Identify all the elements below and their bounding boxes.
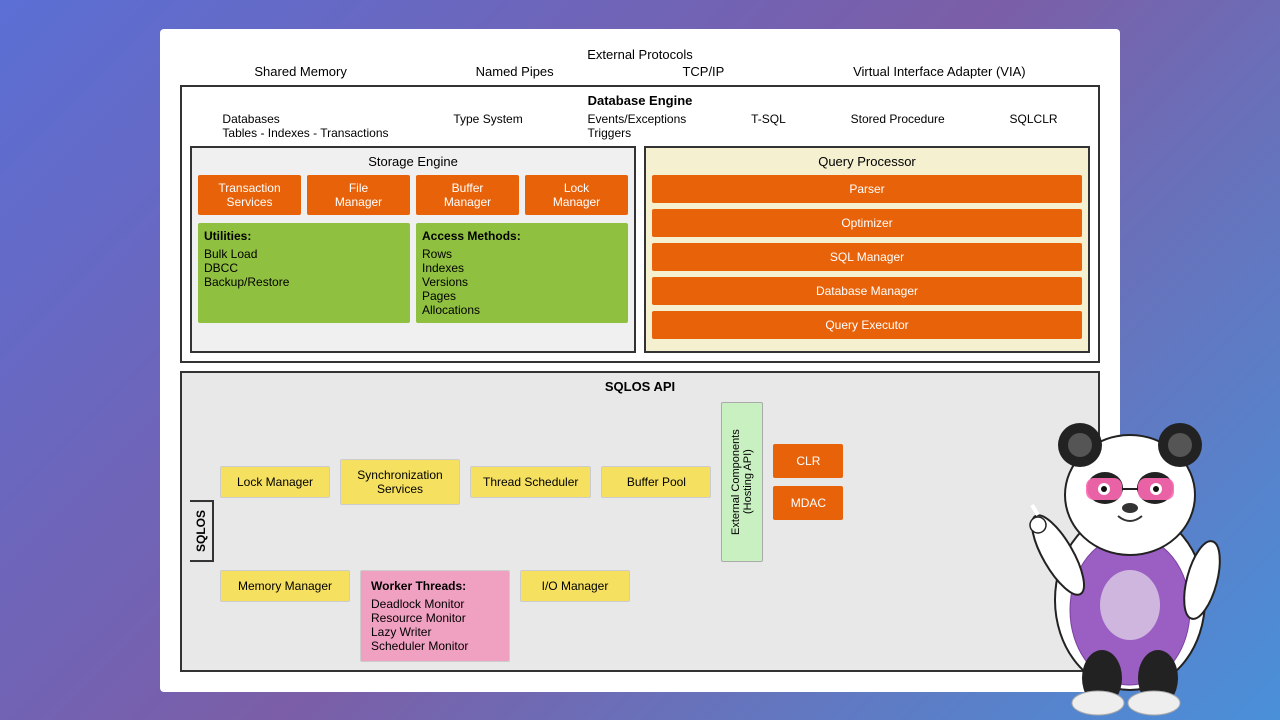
db-subtitle-databases: DatabasesTables - Indexes - Transactions [222, 112, 388, 140]
sync-services-sqlos: SynchronizationServices [340, 459, 460, 505]
query-processor-box: Query Processor Parser Optimizer SQL Man… [644, 146, 1090, 353]
db-subtitle-sqlclr: SQLCLR [1010, 112, 1058, 140]
database-engine-subtitle: DatabasesTables - Indexes - Transactions… [190, 112, 1090, 140]
sqlos-inner: SQLOS Lock Manager SynchronizationServic… [190, 402, 1090, 662]
db-subtitle-storedproc: Stored Procedure [851, 112, 945, 140]
sqlos-row1: Lock Manager SynchronizationServices Thr… [220, 402, 1090, 562]
db-engine-inner: Storage Engine TransactionServices FileM… [190, 146, 1090, 353]
ext-components-box: External Components(Hosting API) [721, 402, 763, 562]
clr-mdac-col: CLR MDAC [773, 444, 843, 520]
backup-restore-label: Backup/Restore [204, 275, 404, 289]
memory-manager-sqlos: Memory Manager [220, 570, 350, 602]
io-manager-sqlos: I/O Manager [520, 570, 630, 602]
storage-lower: Utilities: Bulk Load DBCC Backup/Restore… [198, 223, 628, 323]
database-engine-title: Database Engine [190, 93, 1090, 108]
dbcc-label: DBCC [204, 261, 404, 275]
scheduler-monitor: Scheduler Monitor [371, 639, 499, 653]
external-protocols-row: Shared Memory Named Pipes TCP/IP Virtual… [180, 64, 1100, 79]
query-executor-btn: Query Executor [652, 311, 1082, 339]
sqlos-label: SQLOS [190, 500, 214, 562]
buffer-pool-sqlos: Buffer Pool [601, 466, 711, 498]
file-manager-btn: FileManager [307, 175, 410, 215]
pages-label: Pages [422, 289, 622, 303]
access-title: Access Methods: [422, 229, 622, 243]
parser-btn: Parser [652, 175, 1082, 203]
lock-manager-btn: LockManager [525, 175, 628, 215]
storage-buttons-row: TransactionServices FileManager BufferMa… [198, 175, 628, 215]
thread-scheduler-sqlos: Thread Scheduler [470, 466, 591, 498]
clr-btn: CLR [773, 444, 843, 478]
sqlos-content: Lock Manager SynchronizationServices Thr… [214, 402, 1090, 662]
db-subtitle-events: Events/ExceptionsTriggers [588, 112, 687, 140]
db-subtitle-tsql: T-SQL [751, 112, 786, 140]
indexes-label: Indexes [422, 261, 622, 275]
sqlos-api-title: SQLOS API [190, 379, 1090, 394]
versions-label: Versions [422, 275, 622, 289]
sqlos-section: SQLOS API SQLOS Lock Manager Synchroniza… [180, 371, 1100, 672]
rows-label: Rows [422, 247, 622, 261]
bulk-load-label: Bulk Load [204, 247, 404, 261]
utilities-box: Utilities: Bulk Load DBCC Backup/Restore [198, 223, 410, 323]
shared-memory-label: Shared Memory [254, 64, 346, 79]
database-manager-btn: Database Manager [652, 277, 1082, 305]
deadlock-monitor: Deadlock Monitor [371, 597, 499, 611]
external-protocols-title: External Protocols [180, 47, 1100, 62]
worker-threads-title: Worker Threads: [371, 579, 499, 593]
query-processor-title: Query Processor [652, 154, 1082, 169]
resource-monitor: Resource Monitor [371, 611, 499, 625]
optimizer-btn: Optimizer [652, 209, 1082, 237]
allocations-label: Allocations [422, 303, 622, 317]
transaction-services-btn: TransactionServices [198, 175, 301, 215]
sql-manager-btn: SQL Manager [652, 243, 1082, 271]
main-diagram: External Protocols Shared Memory Named P… [160, 29, 1120, 692]
buffer-manager-btn: BufferManager [416, 175, 519, 215]
db-subtitle-type: Type System [453, 112, 522, 140]
mdac-btn: MDAC [773, 486, 843, 520]
via-label: Virtual Interface Adapter (VIA) [853, 64, 1025, 79]
worker-threads-box: Worker Threads: Deadlock Monitor Resourc… [360, 570, 510, 662]
utilities-title: Utilities: [204, 229, 404, 243]
tcpip-label: TCP/IP [682, 64, 724, 79]
sqlos-row2: Memory Manager Worker Threads: Deadlock … [220, 570, 1090, 662]
storage-engine-title: Storage Engine [198, 154, 628, 169]
storage-engine-box: Storage Engine TransactionServices FileM… [190, 146, 636, 353]
named-pipes-label: Named Pipes [476, 64, 554, 79]
lock-manager-sqlos: Lock Manager [220, 466, 330, 498]
access-methods-box: Access Methods: Rows Indexes Versions Pa… [416, 223, 628, 323]
database-engine-box: Database Engine DatabasesTables - Indexe… [180, 85, 1100, 363]
lazy-writer: Lazy Writer [371, 625, 499, 639]
